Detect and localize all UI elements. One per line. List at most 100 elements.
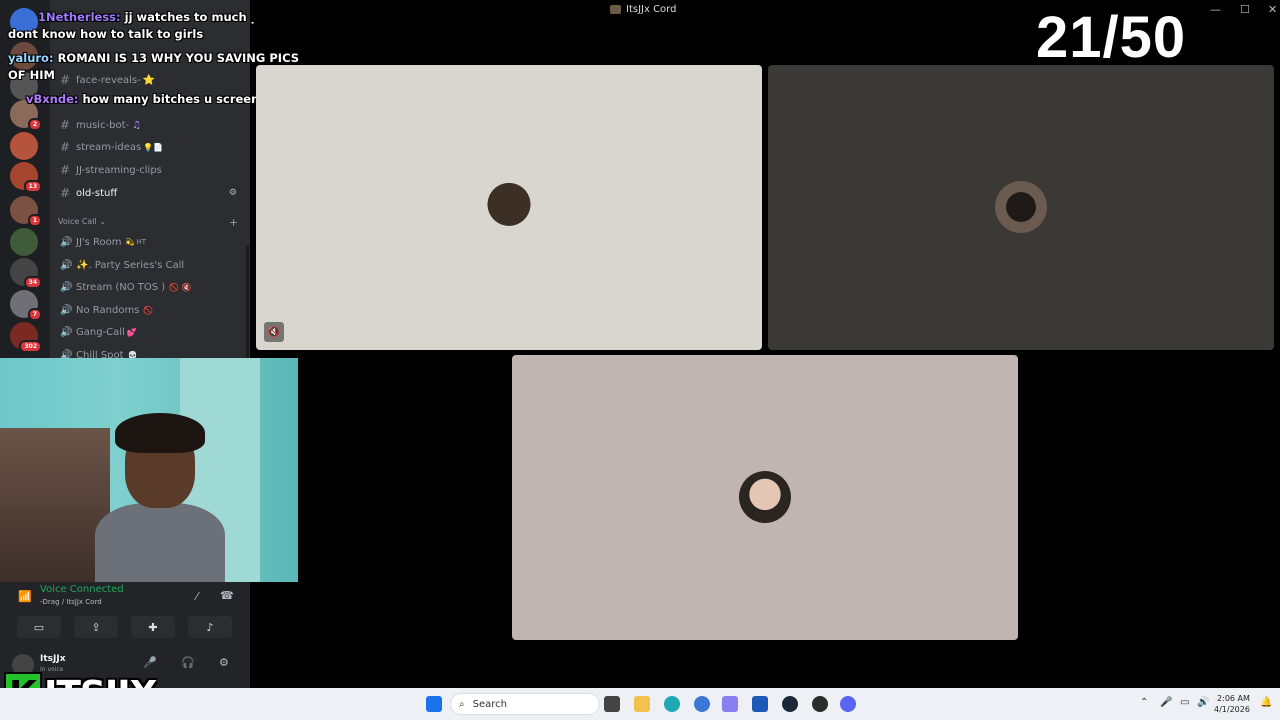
speaker-icon: 🔊 <box>60 236 73 248</box>
voice-channel-item[interactable]: 🔊 Gang-Call 💕 <box>60 322 245 342</box>
signal-icon[interactable]: 📶 <box>18 590 32 603</box>
channel-emoji: ⭐ <box>142 74 156 86</box>
unread-badge: 302 <box>19 340 42 353</box>
edge-icon[interactable] <box>664 696 680 712</box>
chat-username: vBxnde: <box>26 92 79 106</box>
window-title: ItsJJx Cord <box>610 4 676 15</box>
channel-item[interactable]: # stream-ideas 💡📄 <box>60 137 245 157</box>
file-explorer-icon[interactable] <box>634 696 650 712</box>
counter-overlay: 21/50 <box>1036 5 1187 70</box>
video-tile[interactable]: 🔇 <box>256 65 762 350</box>
task-view-icon[interactable] <box>604 696 620 712</box>
channel-name: JJ-streaming-clips <box>76 164 162 176</box>
unread-badge: 7 <box>27 308 42 321</box>
background-shelf <box>0 428 110 582</box>
streamer-hair <box>115 413 205 453</box>
voice-channel-item[interactable]: 🔊 No Randoms 🚫 <box>60 300 245 320</box>
hash-icon: # <box>60 73 71 87</box>
windows-start-icon[interactable] <box>426 696 442 712</box>
chat-message: OF HIM <box>8 68 55 82</box>
unread-badge: 34 <box>23 276 42 289</box>
camera-button[interactable]: ▭ <box>17 616 61 638</box>
chat-text: OF HIM <box>8 68 55 82</box>
streamer-body <box>95 503 225 582</box>
category-voice-call[interactable]: Voice Call ⌄ <box>58 217 106 226</box>
channel-emoji: 💫 HT <box>125 238 146 246</box>
channel-name: ✨. Party Series's Call <box>76 259 185 271</box>
store-icon[interactable] <box>752 696 768 712</box>
steam-icon[interactable] <box>782 696 798 712</box>
channel-emoji: 💡📄 <box>143 142 164 152</box>
unread-badge: 2 <box>27 118 42 131</box>
channel-item[interactable]: # JJ-streaming-clips <box>60 160 245 180</box>
video-tile[interactable] <box>768 65 1274 350</box>
clock[interactable]: 2:06 AM 4/1/2026 <box>1214 693 1250 715</box>
channel-name: JJ's Room <box>76 236 122 248</box>
channel-settings-icon[interactable]: ⚙ <box>229 188 237 198</box>
channel-name: stream-ideas <box>76 141 142 153</box>
channel-name: old-stuff <box>76 187 118 199</box>
server-icon[interactable]: 34 <box>10 258 42 289</box>
speaker-icon: 🔊 <box>60 326 73 338</box>
channel-name: Stream (NO TOS ) <box>76 281 166 293</box>
time: 2:06 AM <box>1217 694 1250 703</box>
channel-item[interactable]: # face-reveals- ⭐ <box>60 70 245 90</box>
voice-status: Voice Connected <box>40 584 124 595</box>
server-icon[interactable]: 7 <box>10 290 42 321</box>
channel-emoji: ♫ <box>132 119 142 131</box>
app-icon[interactable] <box>694 696 710 712</box>
search-box[interactable]: ⌕ Search <box>450 693 600 715</box>
soundboard-button[interactable]: ♪ <box>188 616 232 638</box>
chat-message: yaluro: ROMANI IS 13 WHY YOU SAVING PICS <box>8 51 299 65</box>
server-icon[interactable]: 13 <box>10 162 42 193</box>
gear-icon[interactable]: ⚙ <box>219 656 229 669</box>
channel-name: music-bot- <box>76 119 130 131</box>
hash-icon: # <box>60 140 71 154</box>
app-icon <box>610 5 621 14</box>
volume-icon[interactable]: 🔊 <box>1197 697 1209 708</box>
channel-emoji: 💕 <box>126 327 137 337</box>
maximize-icon[interactable]: ☐ <box>1240 3 1250 16</box>
search-icon: ⌕ <box>459 698 465 710</box>
obs-icon[interactable] <box>812 696 828 712</box>
app-icon[interactable] <box>722 696 738 712</box>
screen-share-button[interactable]: ⇪ <box>74 616 118 638</box>
server-icon[interactable] <box>10 228 38 256</box>
discord-icon[interactable] <box>840 696 856 712</box>
chat-username: 1Netherless: <box>38 10 121 24</box>
muted-icon: 🔇 <box>264 322 284 342</box>
microphone-icon[interactable]: 🎤 <box>143 656 157 669</box>
voice-channel-item[interactable]: 🔊 JJ's Room 💫 HT <box>60 232 245 252</box>
channel-name: No Randoms <box>76 304 140 316</box>
username: ItsJJx <box>40 654 66 664</box>
disconnect-icon[interactable]: ☎ <box>220 589 234 602</box>
channel-item[interactable]: # music-bot- ♫ <box>60 115 245 135</box>
chat-message: dont know how to talk to girls <box>8 27 203 41</box>
scrollbar[interactable] <box>246 245 249 360</box>
participant-avatar <box>739 471 791 523</box>
network-icon[interactable]: ▭ <box>1180 697 1189 708</box>
chevron-up-icon[interactable]: ⌃ <box>1140 697 1148 708</box>
microphone-icon[interactable]: 🎤 <box>1160 697 1172 708</box>
chat-username: yaluro: <box>8 51 54 65</box>
search-label: Search <box>472 698 507 710</box>
server-icon[interactable]: 302 <box>10 322 42 353</box>
notification-icon[interactable]: 🔔 <box>1260 697 1272 708</box>
date: 4/1/2026 <box>1214 705 1250 714</box>
channel-item[interactable]: # old-stuff ⚙ <box>60 183 245 203</box>
participant-avatar <box>995 181 1047 233</box>
server-icon[interactable]: 1 <box>10 196 42 227</box>
voice-channel-item[interactable]: 🔊 ✨. Party Series's Call <box>60 255 245 275</box>
headphones-icon[interactable]: 🎧 <box>181 656 195 669</box>
server-icon[interactable] <box>10 132 38 160</box>
voice-channel-item[interactable]: 🔊 Stream (NO TOS ) 🚫 🔇 <box>60 277 245 297</box>
noise-suppression-icon[interactable]: ⁄ <box>196 590 198 603</box>
channel-name: face-reveals- <box>76 74 141 86</box>
minimize-icon[interactable]: — <box>1210 3 1221 16</box>
speaker-icon: 🔊 <box>60 304 73 316</box>
add-channel-icon[interactable]: + <box>229 216 238 229</box>
close-icon[interactable]: ✕ <box>1268 3 1277 16</box>
video-tile[interactable] <box>512 355 1018 640</box>
activities-button[interactable]: ✚ <box>131 616 175 638</box>
channel-name: Gang-Call <box>76 326 125 338</box>
